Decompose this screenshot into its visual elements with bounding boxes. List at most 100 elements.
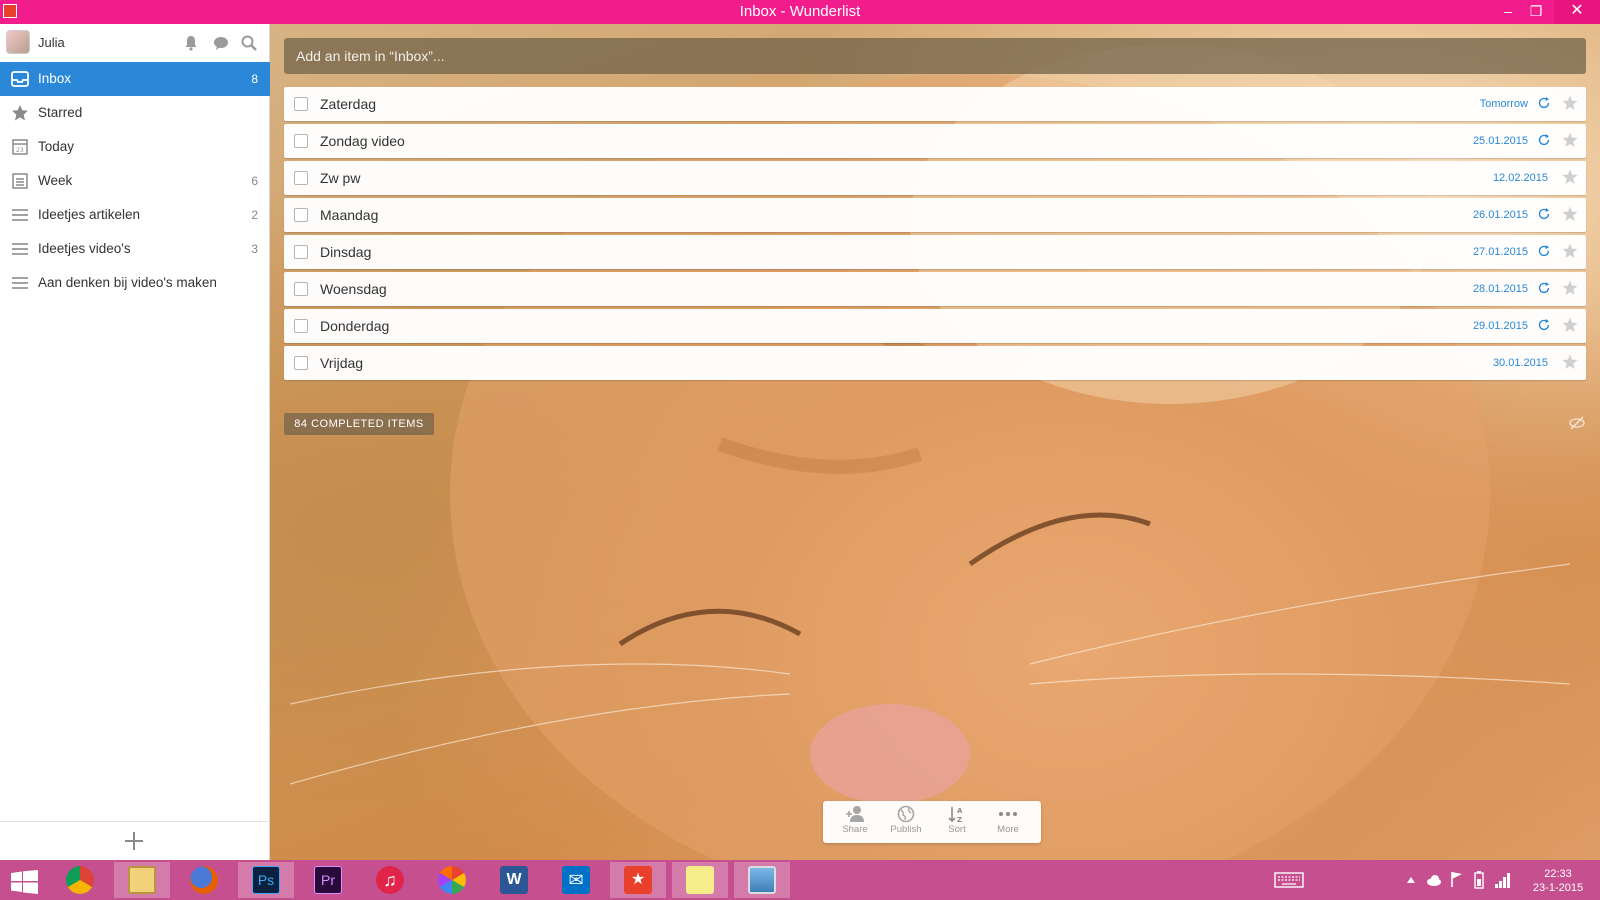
search-icon[interactable]: [240, 34, 258, 52]
taskbar-premiere[interactable]: Pr: [300, 862, 356, 898]
star-icon[interactable]: [1562, 243, 1578, 259]
sort-button[interactable]: A Z Sort: [932, 805, 982, 841]
task-title[interactable]: Vrijdag: [320, 355, 363, 371]
bell-icon[interactable]: [182, 34, 200, 52]
sidebar-item-count: 6: [251, 174, 258, 188]
start-button[interactable]: [0, 862, 50, 898]
sidebar-item-label: Aan denken bij video's maken: [38, 275, 217, 290]
recurring-icon: [1538, 97, 1550, 109]
task-row[interactable]: Maandag 26.01.2015: [284, 198, 1586, 232]
task-checkbox[interactable]: [294, 97, 308, 111]
picasa-icon: [438, 866, 466, 894]
taskbar-mail[interactable]: ✉: [548, 862, 604, 898]
task-due-date: 30.01.2015: [1492, 357, 1548, 369]
maximize-button[interactable]: ❐: [1522, 0, 1550, 24]
chat-icon[interactable]: [212, 34, 230, 52]
chrome-icon: [66, 866, 94, 894]
taskbar-firefox[interactable]: [176, 862, 232, 898]
task-checkbox[interactable]: [294, 134, 308, 148]
task-checkbox[interactable]: [294, 171, 308, 185]
star-icon[interactable]: [1562, 206, 1578, 222]
recurring-icon: [1538, 282, 1550, 294]
flag-icon[interactable]: [1450, 871, 1464, 888]
keyboard-icon[interactable]: [1274, 872, 1304, 888]
tray-expand-icon[interactable]: [1406, 876, 1416, 884]
user-row[interactable]: Julia: [0, 24, 269, 62]
more-button[interactable]: More: [983, 805, 1033, 841]
sidebar-item-label: Today: [38, 139, 75, 154]
show-completed-button[interactable]: 84 COMPLETED ITEMS: [284, 413, 434, 435]
windows-logo-icon: [11, 870, 38, 894]
task-title[interactable]: Donderdag: [320, 318, 389, 334]
task-title[interactable]: Zondag video: [320, 133, 405, 149]
star-icon[interactable]: [1562, 169, 1578, 185]
publish-button[interactable]: Publish: [881, 805, 931, 841]
task-title[interactable]: Woensdag: [320, 281, 387, 297]
add-item-input[interactable]: Add an item in “Inbox”...: [284, 38, 1586, 74]
sidebar-item-aan-denken[interactable]: Aan denken bij video's maken: [0, 266, 270, 300]
list-icon: [12, 277, 28, 289]
star-icon[interactable]: [1562, 317, 1578, 333]
taskbar-picasa[interactable]: [424, 862, 480, 898]
task-title[interactable]: Maandag: [320, 207, 378, 223]
list-icon: [12, 209, 28, 221]
sort-label: Sort: [948, 824, 966, 835]
task-title[interactable]: Dinsdag: [320, 244, 371, 260]
recurring-icon: [1538, 245, 1550, 257]
calendar-icon: 23: [12, 139, 28, 155]
window-title: Inbox - Wunderlist: [739, 3, 861, 20]
taskbar-sticky-notes[interactable]: [672, 862, 728, 898]
task-checkbox[interactable]: [294, 208, 308, 222]
sidebar-item-starred[interactable]: Starred: [0, 96, 270, 130]
taskbar-file-explorer[interactable]: [114, 862, 170, 898]
sidebar-item-ideetjes-videos[interactable]: Ideetjes video's 3: [0, 232, 270, 266]
task-row[interactable]: Woensdag 28.01.2015: [284, 272, 1586, 306]
minimize-button[interactable]: –: [1494, 0, 1522, 24]
task-row[interactable]: Zondag video 25.01.2015: [284, 124, 1586, 158]
task-title[interactable]: Zaterdag: [320, 96, 376, 112]
taskbar-word[interactable]: W: [486, 862, 542, 898]
sidebar-item-today[interactable]: 23 Today: [0, 130, 270, 164]
task-due-date: Tomorrow: [1479, 98, 1528, 110]
svg-text:Z: Z: [957, 816, 962, 823]
plus-icon[interactable]: [124, 831, 144, 851]
taskbar-photos[interactable]: [734, 862, 790, 898]
task-checkbox[interactable]: [294, 245, 308, 259]
signal-icon[interactable]: [1494, 872, 1512, 888]
username[interactable]: Julia: [38, 35, 65, 50]
share-button[interactable]: Share: [830, 805, 880, 841]
star-icon[interactable]: [1562, 280, 1578, 296]
battery-icon[interactable]: [1474, 871, 1484, 889]
task-row[interactable]: Zaterdag Tomorrow: [284, 87, 1586, 121]
task-checkbox[interactable]: [294, 356, 308, 370]
task-row[interactable]: Dinsdag 27.01.2015: [284, 235, 1586, 269]
taskbar-clock[interactable]: 22:33 23-1-2015: [1526, 867, 1590, 895]
close-button[interactable]: ✕: [1554, 0, 1600, 24]
taskbar-wunderlist[interactable]: ★: [610, 862, 666, 898]
sidebar-item-label: Week: [38, 173, 73, 188]
eye-hidden-icon[interactable]: [1568, 414, 1586, 432]
task-row[interactable]: Zw pw 12.02.2015: [284, 161, 1586, 195]
task-checkbox[interactable]: [294, 282, 308, 296]
task-row[interactable]: Donderdag 29.01.2015: [284, 309, 1586, 343]
task-title[interactable]: Zw pw: [320, 170, 360, 186]
task-due-date: 29.01.2015: [1472, 320, 1528, 332]
onedrive-icon[interactable]: [1426, 872, 1442, 888]
clock-time: 22:33: [1544, 868, 1572, 880]
publish-label: Publish: [890, 824, 922, 835]
sidebar-item-inbox[interactable]: Inbox 8: [0, 62, 270, 96]
star-icon[interactable]: [1562, 132, 1578, 148]
task-due-date: 27.01.2015: [1472, 246, 1528, 258]
week-icon: [12, 173, 28, 189]
task-checkbox[interactable]: [294, 319, 308, 333]
sidebar-item-ideetjes-artikelen[interactable]: Ideetjes artikelen 2: [0, 198, 270, 232]
avatar[interactable]: [6, 30, 30, 54]
taskbar-chrome[interactable]: [52, 862, 108, 898]
star-icon[interactable]: [1562, 95, 1578, 111]
star-icon[interactable]: [1562, 354, 1578, 370]
task-row[interactable]: Vrijdag 30.01.2015: [284, 346, 1586, 380]
sidebar-item-week[interactable]: Week 6: [0, 164, 270, 198]
taskbar-itunes[interactable]: ♫: [362, 862, 418, 898]
taskbar-photoshop[interactable]: Ps: [238, 862, 294, 898]
sticky-notes-icon: [686, 866, 714, 894]
